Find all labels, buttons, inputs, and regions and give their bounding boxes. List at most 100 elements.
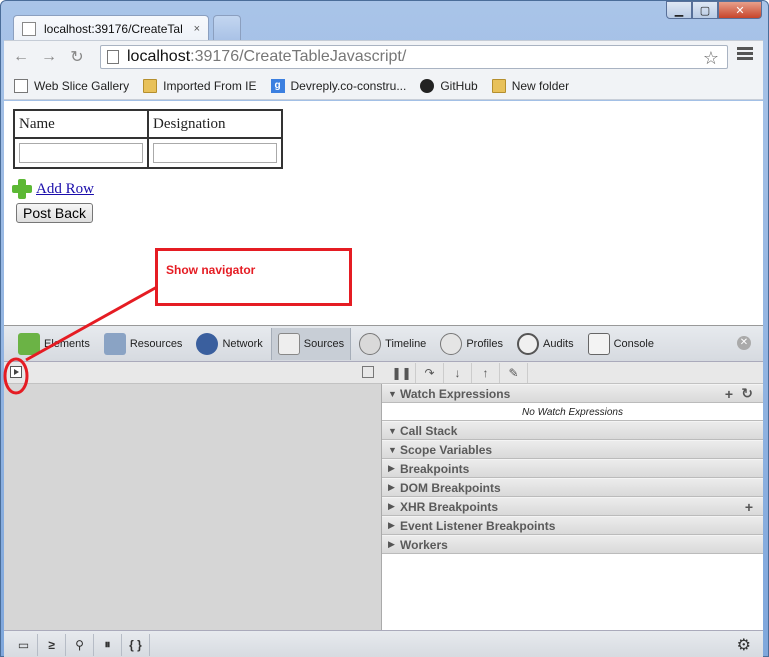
section-watch-expressions[interactable]: ▼ Watch Expressions + ↻ xyxy=(382,384,763,403)
bookmark-imported-from-ie[interactable]: Imported From IE xyxy=(143,78,257,93)
tab-console[interactable]: Console xyxy=(582,328,660,360)
show-navigator-button[interactable] xyxy=(10,366,22,378)
new-tab-button[interactable] xyxy=(213,15,241,41)
title-bar: localhost:39176/CreateTal × ▁ ▢ ✕ xyxy=(1,1,768,41)
section-event-listener-breakpoints[interactable]: ▶ Event Listener Breakpoints xyxy=(382,516,763,535)
sources-icon xyxy=(277,332,300,355)
tab-label: Resources xyxy=(129,337,183,350)
collapsed-arrow-icon: ▶ xyxy=(388,539,395,549)
plus-icon[interactable] xyxy=(12,179,32,199)
tab-audits[interactable]: Audits xyxy=(511,328,580,360)
section-scope-variables[interactable]: ▼ Scope Variables xyxy=(382,440,763,459)
add-xhr-breakpoint-icon[interactable]: + xyxy=(745,499,753,515)
gear-icon[interactable]: ⚙ xyxy=(737,635,751,655)
bookmark-web-slice-gallery[interactable]: Web Slice Gallery xyxy=(14,78,130,93)
resources-icon xyxy=(103,332,126,355)
folder-icon xyxy=(143,78,158,93)
forward-button[interactable]: → xyxy=(38,46,60,68)
tab-label: Profiles xyxy=(466,337,503,350)
section-label: Call Stack xyxy=(400,423,458,438)
name-input[interactable] xyxy=(19,143,143,163)
add-row: Add Row xyxy=(12,179,94,199)
bookmarks-bar: Web Slice Gallery Imported From IE g Dev… xyxy=(4,72,763,100)
devtools-tab-bar: Elements Resources Network Sources Timel… xyxy=(4,326,763,362)
devtools-close-icon[interactable]: ✕ xyxy=(737,336,751,350)
section-xhr-breakpoints[interactable]: ▶ XHR Breakpoints + xyxy=(382,497,763,516)
section-label: Event Listener Breakpoints xyxy=(400,518,556,533)
tab-createtable[interactable]: localhost:39176/CreateTal × xyxy=(13,15,209,41)
tab-resources[interactable]: Resources xyxy=(98,328,189,360)
back-button[interactable]: ← xyxy=(10,46,32,68)
maximize-button[interactable]: ▢ xyxy=(692,1,718,19)
sources-toolbar xyxy=(4,362,382,384)
section-dom-breakpoints[interactable]: ▶ DOM Breakpoints xyxy=(382,478,763,497)
show-console-icon[interactable]: ≥ xyxy=(38,633,66,656)
section-workers[interactable]: ▶ Workers xyxy=(382,535,763,554)
tab-label: Network xyxy=(222,337,263,350)
debugger-controls: ❚❚ ↷ ↓ ↑ ✎ xyxy=(382,362,763,384)
bookmark-github[interactable]: GitHub xyxy=(420,78,478,93)
page-icon xyxy=(14,78,28,93)
console-icon xyxy=(587,332,610,355)
post-back-button[interactable]: Post Back xyxy=(16,203,94,223)
tab-profiles[interactable]: Profiles xyxy=(434,328,509,360)
bookmark-label: New folder xyxy=(511,78,570,93)
audits-icon xyxy=(517,332,539,355)
annotation-text: Show navigator xyxy=(166,263,256,277)
step-over-button[interactable]: ↷ xyxy=(416,362,444,383)
tab-timeline[interactable]: Timeline xyxy=(353,328,432,360)
chrome-menu-icon[interactable] xyxy=(737,47,753,61)
add-row-link[interactable]: Add Row xyxy=(36,181,94,198)
section-breakpoints[interactable]: ▶ Breakpoints xyxy=(382,459,763,478)
bookmark-label: Devreply.co-constru... xyxy=(290,78,407,93)
pause-on-exceptions-icon[interactable]: ⏸ xyxy=(94,633,122,656)
tab-elements[interactable]: Elements xyxy=(12,328,96,360)
tab-label: Elements xyxy=(44,337,90,350)
annotation-box: Show navigator xyxy=(155,248,352,306)
watch-empty-text: No Watch Expressions xyxy=(382,403,763,421)
pause-button[interactable]: ❚❚ xyxy=(388,362,416,383)
bookmark-label: GitHub xyxy=(440,78,478,93)
step-out-button[interactable]: ↑ xyxy=(472,362,500,383)
collapsed-arrow-icon: ▶ xyxy=(388,501,395,511)
google-icon: g xyxy=(270,78,285,93)
bookmark-label: Web Slice Gallery xyxy=(34,78,130,93)
section-call-stack[interactable]: ▼ Call Stack xyxy=(382,421,763,440)
debugger-sidebar: ▼ Watch Expressions + ↻ No Watch Express… xyxy=(382,384,763,630)
section-label: DOM Breakpoints xyxy=(400,480,501,495)
section-label: Breakpoints xyxy=(400,461,470,476)
page-favicon-icon xyxy=(22,21,36,36)
network-icon xyxy=(196,332,219,355)
step-into-button[interactable]: ↓ xyxy=(444,362,472,383)
collapsed-arrow-icon: ▶ xyxy=(388,482,395,492)
cell-name xyxy=(13,137,149,169)
url-path: :39176/CreateTableJavascript/ xyxy=(190,48,407,65)
minimize-button[interactable]: ▁ xyxy=(666,1,692,19)
tab-label: Timeline xyxy=(385,337,427,350)
tab-label: Audits xyxy=(543,337,574,350)
refresh-watch-icon[interactable]: ↻ xyxy=(741,385,753,402)
address-bar[interactable]: localhost:39176/CreateTableJavascript/ ☆ xyxy=(100,45,728,69)
profiles-icon xyxy=(440,332,463,355)
section-label: Watch Expressions xyxy=(400,386,511,401)
add-watch-icon[interactable]: + xyxy=(725,386,733,402)
close-window-button[interactable]: ✕ xyxy=(718,1,762,19)
search-icon[interactable]: ⚲ xyxy=(66,633,94,656)
tab-network[interactable]: Network xyxy=(190,328,268,360)
collapsed-arrow-icon: ▶ xyxy=(388,463,395,473)
bookmark-new-folder[interactable]: New folder xyxy=(491,78,570,93)
bookmark-devreply[interactable]: g Devreply.co-constru... xyxy=(270,78,407,93)
reload-button[interactable]: ↻ xyxy=(66,46,88,68)
show-debugger-icon[interactable] xyxy=(362,366,374,378)
tab-sources[interactable]: Sources xyxy=(270,327,352,360)
source-editor-area[interactable] xyxy=(4,384,382,630)
page-content: Name Designation Add Row Post Back xyxy=(4,101,763,325)
bookmark-star-icon[interactable]: ☆ xyxy=(703,48,719,69)
designation-input[interactable] xyxy=(153,143,277,163)
deactivate-breakpoints-button[interactable]: ✎ xyxy=(500,362,528,383)
tab-title: localhost:39176/CreateTal xyxy=(44,21,183,36)
expanded-arrow-icon: ▼ xyxy=(388,425,397,436)
tab-close-icon[interactable]: × xyxy=(194,23,200,35)
pretty-print-icon[interactable]: { } xyxy=(122,633,150,656)
dock-icon[interactable]: ▭ xyxy=(10,633,38,656)
